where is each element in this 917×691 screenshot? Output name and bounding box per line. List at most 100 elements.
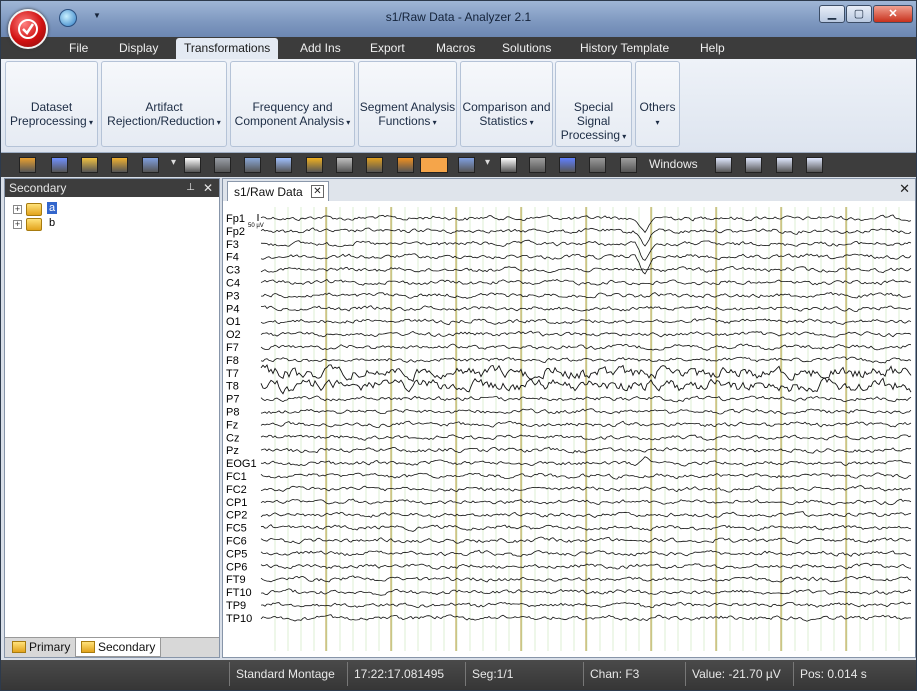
ribbon-group-label: Others ▾ (636, 100, 679, 130)
ribbon-group-label: Dataset Preprocessing ▾ (6, 100, 97, 130)
menu-display[interactable]: Display (111, 37, 166, 59)
tab-raw-data[interactable]: s1/Raw Data ✕ (227, 181, 329, 201)
channel-label: C3 (226, 265, 240, 277)
panel-tabs: Primary Secondary (5, 637, 219, 657)
channel-label: P8 (226, 407, 239, 419)
menu-history-template[interactable]: History Template (572, 37, 677, 59)
document-close-icon[interactable]: ✕ (899, 181, 910, 197)
ribbon-group-label: Comparison and Statistics ▾ (461, 100, 552, 130)
channel-label: FC6 (226, 536, 247, 548)
channel-label: T8 (226, 381, 239, 393)
pin-icon[interactable]: ⊥ (186, 179, 195, 197)
channel-label: EOG1 (226, 458, 257, 470)
dropdown-arrow-icon[interactable]: ▾ (485, 157, 490, 168)
overlay-icon[interactable] (214, 157, 231, 173)
menu-file[interactable]: File (61, 37, 96, 59)
window-title: s1/Raw Data - Analyzer 2.1 (385, 10, 532, 24)
ribbon-group-dataset[interactable]: Dataset Preprocessing ▾ (5, 61, 98, 147)
tree-node-label[interactable]: a (47, 202, 58, 214)
peak-icon[interactable] (366, 157, 383, 173)
expand-icon[interactable]: + (13, 220, 22, 229)
window-cascade-icon[interactable] (745, 157, 762, 173)
ribbon-label-line2: Processing (560, 128, 621, 142)
tab-close-icon[interactable]: ✕ (311, 185, 324, 198)
zoom-out-icon[interactable] (111, 157, 128, 173)
menu-export[interactable]: Export (362, 37, 413, 59)
close-button[interactable]: ✕ (873, 5, 913, 23)
grid-icon[interactable] (142, 157, 159, 173)
status-segment: Seg:1/1 (465, 662, 583, 686)
tile-icon[interactable] (620, 157, 637, 173)
montage-icon[interactable] (244, 157, 261, 173)
grid-view-icon[interactable] (458, 157, 475, 173)
dropdown-arrow-icon: ▾ (527, 118, 534, 127)
application-menu-button[interactable] (8, 9, 48, 49)
cross-icon[interactable] (589, 157, 606, 173)
maximize-button[interactable]: ▢ (846, 5, 872, 23)
tab-label: Primary (29, 640, 71, 654)
minimize-button[interactable]: ▁ (819, 5, 845, 23)
windows-menu[interactable]: Windows (649, 157, 698, 171)
channel-label: F4 (226, 252, 239, 264)
eeg-traces[interactable]: Fp1Fp2F3F4C3C4P3P4O1O2F7F8T7T8P7P8FzCzPz… (223, 201, 915, 657)
ribbon-label-line1: Special Signal (573, 100, 614, 128)
ribbon-group-artifact[interactable]: Artifact Rejection/Reduction ▾ (101, 61, 227, 147)
active-view-icon[interactable] (420, 157, 448, 173)
folder-icon (12, 641, 26, 653)
channel-label: P7 (226, 394, 239, 406)
ribbon-label-line2: Statistics (479, 114, 528, 128)
ribbon-group-comparison-and[interactable]: Comparison and Statistics ▾ (460, 61, 553, 147)
menu-transformations[interactable]: Transformations (176, 38, 279, 59)
zoom-in-icon[interactable] (81, 157, 98, 173)
reference-icon[interactable] (184, 157, 201, 173)
scale-icon[interactable] (397, 157, 414, 173)
panel-close-icon[interactable]: ✕ (203, 179, 213, 197)
quick-access-dropdown-icon[interactable]: ▼ (93, 11, 101, 20)
channel-label: FT10 (226, 587, 252, 599)
window-tile-h-icon[interactable] (776, 157, 793, 173)
menu-macros[interactable]: Macros (428, 37, 483, 59)
channels-icon[interactable] (275, 157, 292, 173)
tab-secondary[interactable]: Secondary (75, 638, 161, 657)
reference-2-icon[interactable] (500, 157, 517, 173)
menu-help[interactable]: Help (692, 37, 733, 59)
tree-node-label[interactable]: b (47, 217, 57, 229)
tab-primary[interactable]: Primary (7, 638, 73, 657)
arrow-down-icon[interactable] (306, 157, 323, 173)
window-tile-v-icon[interactable] (806, 157, 823, 173)
menu-bar: File Display Transformations Add Ins Export M… (1, 37, 916, 59)
arrow-up-icon[interactable] (336, 157, 353, 173)
window-new-icon[interactable] (715, 157, 732, 173)
menu-add-ins[interactable]: Add Ins (292, 37, 349, 59)
channel-label: F3 (226, 239, 239, 251)
ribbon-label-line2: Rejection/Reduction (107, 114, 215, 128)
eeg-plot[interactable]: Fp1 Fp2 F3 F4 C3 C4 P3 P4 O1 O2 F7 F8 T7 T8 P7 P8 Fz Cz Pz… (223, 201, 915, 657)
ribbon: Dataset Preprocessing ▾ Artifact Rejection/… (1, 59, 916, 153)
document-window: s1/Raw Data ✕ ✕ Fp1 Fp2 F3 F4 C3 C4 P3 P4 O1 O2 F7… (222, 178, 916, 658)
channel-label: Fp1 (226, 213, 245, 225)
ribbon-group-others[interactable]: Others ▾ (635, 61, 680, 147)
dropdown-arrow-icon[interactable]: ▾ (171, 157, 176, 168)
ribbon-label-line1: Artifact (145, 100, 183, 114)
channel-label: Pz (226, 445, 239, 457)
ribbon-label-line1: Segment Analysis (359, 100, 456, 114)
ribbon-group-frequency-and[interactable]: Frequency and Component Analysis ▾ (230, 61, 355, 147)
folder-icon (81, 641, 95, 653)
channel-label: F8 (226, 355, 239, 367)
channel-label: TP9 (226, 600, 246, 612)
expand-icon[interactable]: + (13, 205, 22, 214)
bookmark-icon[interactable] (559, 157, 576, 173)
ribbon-group-segment-analysis[interactable]: Segment Analysis Functions ▾ (358, 61, 457, 147)
dropdown-arrow-icon: ▾ (344, 118, 351, 127)
mark-icon[interactable] (529, 157, 546, 173)
ribbon-group-special-signal[interactable]: Special Signal Processing ▾ (555, 61, 632, 147)
title-bar[interactable]: s1/Raw Data - Analyzer 2.1 ▼ ▁ ▢ ✕ (1, 1, 916, 37)
status-montage: Standard Montage (229, 662, 347, 686)
dropdown-arrow-icon: ▾ (214, 118, 221, 127)
waveform-icon[interactable] (51, 157, 68, 173)
menu-solutions[interactable]: Solutions (494, 37, 559, 59)
channel-label: FC5 (226, 523, 247, 535)
globe-icon[interactable] (59, 9, 77, 27)
data-icon[interactable] (19, 157, 36, 173)
status-bar: Standard Montage 17:22:17.081495 Seg:1/1… (1, 660, 916, 690)
